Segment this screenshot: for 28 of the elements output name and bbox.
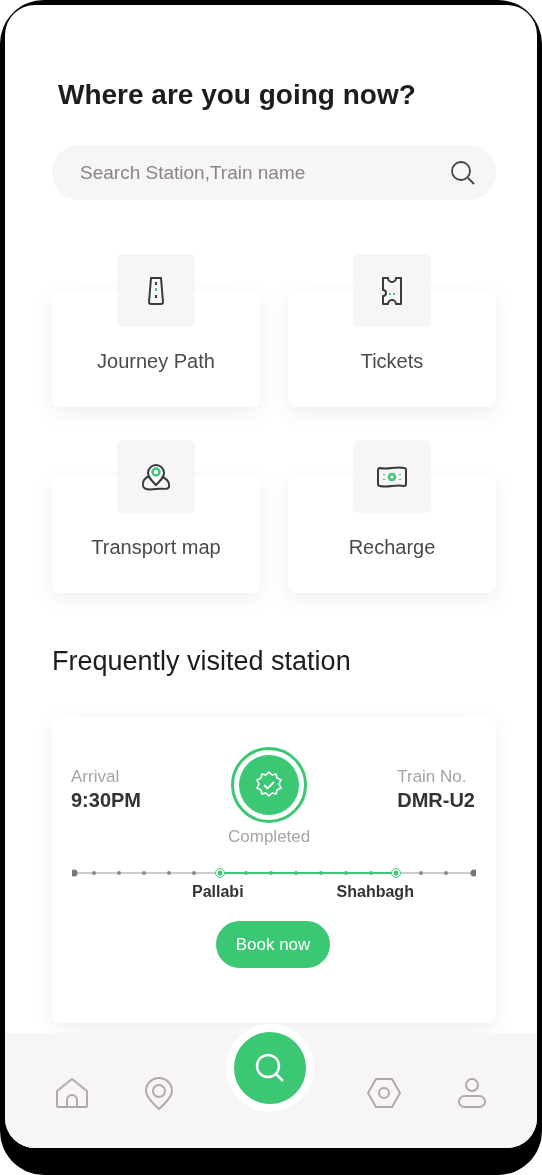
card-label: Tickets	[360, 350, 424, 374]
card-label: Recharge	[348, 536, 436, 560]
road-icon	[147, 275, 165, 306]
search-field[interactable]: Search Station,Train name	[52, 145, 496, 200]
search-icon	[450, 160, 476, 186]
cash-icon	[376, 464, 408, 489]
user-icon	[457, 1077, 488, 1109]
train-number: DMR-U2	[397, 789, 475, 812]
station-name: Shahbagh	[336, 883, 414, 901]
train-label: Train No.	[397, 767, 467, 787]
location-pin-icon	[144, 1077, 175, 1111]
icon-tile[interactable]	[353, 254, 431, 327]
page-heading: Where are you going now?	[57, 78, 417, 112]
station-name: Pallabi	[192, 883, 244, 901]
ticket-icon	[380, 275, 404, 306]
icon-tile[interactable]	[117, 440, 195, 513]
verified-check-icon	[254, 770, 285, 800]
card-label: Journey Path	[97, 350, 215, 374]
settings-icon	[365, 1077, 402, 1109]
arrival-time: 9:30PM	[71, 789, 142, 812]
icon-tile[interactable]	[353, 440, 431, 513]
status-text: Completed	[228, 827, 311, 847]
icon-tile[interactable]	[117, 254, 195, 327]
arrival-label: Arrival	[71, 767, 121, 787]
home-icon	[54, 1077, 89, 1109]
card-label: Transport map	[91, 536, 221, 560]
map-pin-icon	[140, 461, 172, 492]
section-title: Frequently visited station	[52, 645, 352, 677]
